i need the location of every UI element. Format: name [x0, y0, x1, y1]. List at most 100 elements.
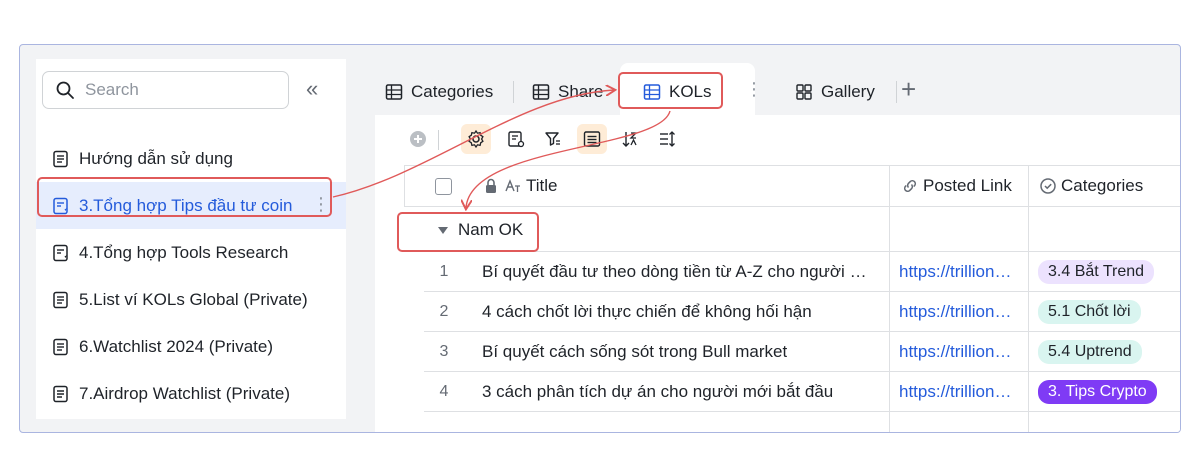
cell-category[interactable]: 3.4 Bắt Trend — [1038, 252, 1180, 291]
sort-button[interactable] — [615, 124, 645, 154]
add-record-button[interactable] — [403, 124, 433, 154]
caret-down-icon[interactable] — [438, 226, 448, 234]
grid-icon — [532, 84, 550, 100]
cell-link[interactable]: https://trillionaire.vn — [899, 252, 1027, 291]
cell-link[interactable]: https://trillionaire.vn — [899, 292, 1027, 331]
cell-title[interactable]: Bí quyết cách sống sót trong Bull market — [482, 332, 887, 371]
view-tabs: Categories Share KOLs ⋮ Gallery + — [365, 59, 1180, 121]
column-header-label: Title — [526, 176, 558, 195]
link-icon — [903, 179, 917, 193]
category-tag: 3. Tips Crypto — [1038, 379, 1157, 404]
sidebar-item-tools-research[interactable]: 4.Tổng hợp Tools Research — [36, 229, 346, 276]
tab-divider — [513, 81, 514, 103]
sidebar-item-airdrop-watchlist[interactable]: 7.Airdrop Watchlist (Private) — [36, 370, 346, 417]
field-config-icon — [508, 131, 525, 148]
sidebar-item-label: 6.Watchlist 2024 (Private) — [79, 336, 273, 356]
records-table: Title Posted Link Categories Nam OK 1 Bí… — [404, 165, 1180, 432]
column-categories[interactable]: Categories — [1039, 166, 1143, 206]
tab-kols[interactable]: KOLs — [643, 79, 712, 105]
sidebar-item-label: 4.Tổng hợp Tools Research — [79, 242, 289, 262]
tab-label: Share — [558, 82, 604, 101]
category-tag: 5.4 Uptrend — [1038, 339, 1142, 364]
search-placeholder: Search — [85, 80, 139, 99]
cell-title[interactable]: 3 cách phân tích dự án cho người mới bắt… — [482, 372, 887, 411]
grid-icon — [643, 84, 661, 100]
tab-label: KOLs — [669, 82, 712, 101]
column-posted-link[interactable]: Posted Link — [901, 166, 1012, 206]
text-field-icon — [505, 179, 520, 192]
table-doc-icon — [53, 244, 68, 261]
tab-share[interactable]: Share — [532, 79, 603, 105]
row-number: 2 — [439, 302, 449, 320]
collapse-sidebar-icon[interactable]: « — [306, 78, 318, 100]
sidebar-item-label: 3.Tổng hợp Tips đầu tư coin — [79, 195, 293, 215]
tab-more-icon[interactable]: ⋮ — [745, 79, 763, 100]
cell-category[interactable]: 3. Tips Crypto — [1038, 372, 1180, 411]
table-header: Title Posted Link Categories — [404, 165, 1180, 207]
add-view-icon[interactable]: + — [901, 74, 916, 105]
row-height-button[interactable] — [652, 124, 682, 154]
row-height-icon — [660, 131, 675, 147]
sidebar-item-huong-dan[interactable]: Hướng dẫn sử dụng — [36, 135, 346, 182]
grid-icon — [385, 84, 403, 100]
group-icon — [583, 131, 601, 147]
select-all-checkbox[interactable] — [435, 178, 452, 195]
view-panel: Title Posted Link Categories Nam OK 1 Bí… — [375, 115, 1180, 432]
cell-category[interactable]: 5.4 Uptrend — [1038, 332, 1180, 371]
doc-icon — [53, 385, 68, 402]
plus-circle-icon — [410, 131, 426, 147]
cell-category[interactable]: 5.1 Chốt lời — [1038, 292, 1180, 331]
table-row[interactable]: 3 Bí quyết cách sống sót trong Bull mark… — [424, 332, 1180, 372]
tab-label: Categories — [411, 82, 494, 101]
cell-link-text[interactable]: https://trillionaire.vn — [899, 342, 1017, 362]
more-options-icon[interactable]: ⋮ — [312, 194, 330, 215]
tab-categories[interactable]: Categories — [385, 79, 493, 105]
sidebar-item-list-vi-kols[interactable]: 5.List ví KOLs Global (Private) — [36, 276, 346, 323]
group-button[interactable] — [577, 124, 607, 154]
filter-button[interactable] — [538, 124, 568, 154]
cell-link[interactable]: https://trillionaire.vn — [899, 372, 1027, 411]
settings-button[interactable] — [461, 124, 491, 154]
gear-icon — [468, 129, 484, 149]
cell-title-text: 3 cách phân tích dự án cho người mới bắt… — [482, 381, 834, 401]
category-tag: 5.1 Chốt lời — [1038, 299, 1141, 324]
cell-title[interactable]: 4 cách chốt lời thực chiến để không hối … — [482, 292, 887, 331]
cell-title[interactable]: Bí quyết đầu tư theo dòng tiền từ A-Z ch… — [482, 252, 887, 291]
app-frame: Search « Hướng dẫn sử dụng 3.Tổng hợp Ti… — [19, 44, 1181, 433]
cell-title-text: Bí quyết đầu tư theo dòng tiền từ A-Z ch… — [482, 261, 877, 281]
sidebar-item-watchlist-2024[interactable]: 6.Watchlist 2024 (Private) — [36, 323, 346, 370]
search-icon — [56, 81, 74, 99]
search-input[interactable]: Search — [42, 71, 289, 109]
table-row[interactable]: 1 Bí quyết đầu tư theo dòng tiền từ A-Z … — [424, 252, 1180, 292]
group-label: Nam OK — [438, 220, 523, 240]
column-title[interactable]: Title — [482, 166, 558, 206]
row-number: 4 — [439, 382, 449, 400]
column-header-label: Categories — [1061, 176, 1144, 195]
tab-divider — [896, 81, 897, 103]
doc-icon — [53, 291, 68, 308]
category-tag: 3.4 Bắt Trend — [1038, 259, 1155, 284]
column-divider — [1028, 165, 1029, 432]
tab-gallery[interactable]: Gallery — [795, 79, 875, 105]
tab-label: Gallery — [821, 82, 875, 101]
lock-icon — [486, 178, 496, 193]
group-row[interactable]: Nam OK — [404, 207, 1180, 252]
field-settings-button[interactable] — [501, 124, 531, 154]
table-row[interactable]: 2 4 cách chốt lời thực chiến để không hố… — [424, 292, 1180, 332]
toolbar-divider — [438, 130, 439, 150]
sidebar-item-tips-dau-tu[interactable]: 3.Tổng hợp Tips đầu tư coin ⋮ — [36, 182, 346, 229]
group-name: Nam OK — [458, 220, 524, 239]
cell-link-text[interactable]: https://trillionaire.vn — [899, 262, 1017, 282]
column-header-label: Posted Link — [923, 176, 1012, 195]
view-toolbar — [375, 115, 1180, 163]
cell-link-text[interactable]: https://trillionaire.vn — [899, 302, 1017, 322]
row-number: 3 — [439, 342, 449, 360]
sidebar-nav: Hướng dẫn sử dụng 3.Tổng hợp Tips đầu tư… — [36, 135, 346, 417]
table-row[interactable]: 4 3 cách phân tích dự án cho người mới b… — [424, 372, 1180, 412]
sidebar-item-label: 5.List ví KOLs Global (Private) — [79, 289, 308, 309]
gallery-icon — [796, 84, 812, 100]
sidebar: Search « Hướng dẫn sử dụng 3.Tổng hợp Ti… — [36, 59, 346, 419]
cell-link[interactable]: https://trillionaire.vn — [899, 332, 1027, 371]
cell-link-text[interactable]: https://trillionaire.vn — [899, 382, 1017, 402]
multi-select-icon — [1040, 178, 1056, 194]
